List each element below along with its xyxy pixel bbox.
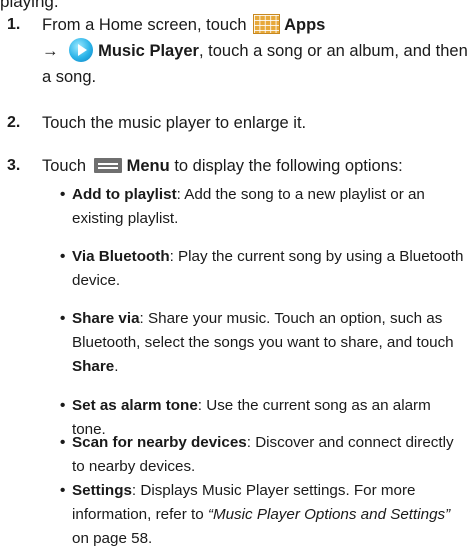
option-term: Via Bluetooth <box>72 248 170 265</box>
cutoff-text: playing. <box>0 0 59 11</box>
apps-label: Apps <box>284 16 326 34</box>
option-term: Share via <box>72 310 140 327</box>
share-label: Share <box>72 358 115 375</box>
step-text: From a Home screen, touch Apps → Music P… <box>42 14 468 86</box>
reference-link: “Music Player Options and Settings” <box>207 506 451 523</box>
list-item: • Scan for nearby devices: Discover and … <box>60 434 454 475</box>
menu-icon <box>93 158 122 173</box>
music-player-icon <box>69 38 94 62</box>
arrow-glyph: → <box>42 42 59 60</box>
music-player-label: Music Player <box>98 42 199 60</box>
list-item: • Add to playlist: Add the song to a new… <box>60 186 425 227</box>
apps-grid-icon <box>253 14 281 34</box>
step-number: 2. <box>7 114 21 131</box>
step-text: Touch Menu to display the following opti… <box>42 157 403 175</box>
step-text: Touch the music player to enlarge it. <box>42 114 307 132</box>
list-item: • Settings: Displays Music Player settin… <box>60 482 451 547</box>
option-term: Add to playlist <box>72 186 177 203</box>
option-term: Settings <box>72 482 132 499</box>
option-term: Scan for nearby devices <box>72 434 247 451</box>
option-term: Set as alarm tone <box>72 397 198 414</box>
list-item: • Share via: Share your music. Touch an … <box>60 310 454 375</box>
menu-label: Menu <box>126 157 170 175</box>
step-number: 3. <box>7 157 21 174</box>
step-number: 1. <box>7 16 21 33</box>
list-item: • Via Bluetooth: Play the current song b… <box>60 248 464 289</box>
